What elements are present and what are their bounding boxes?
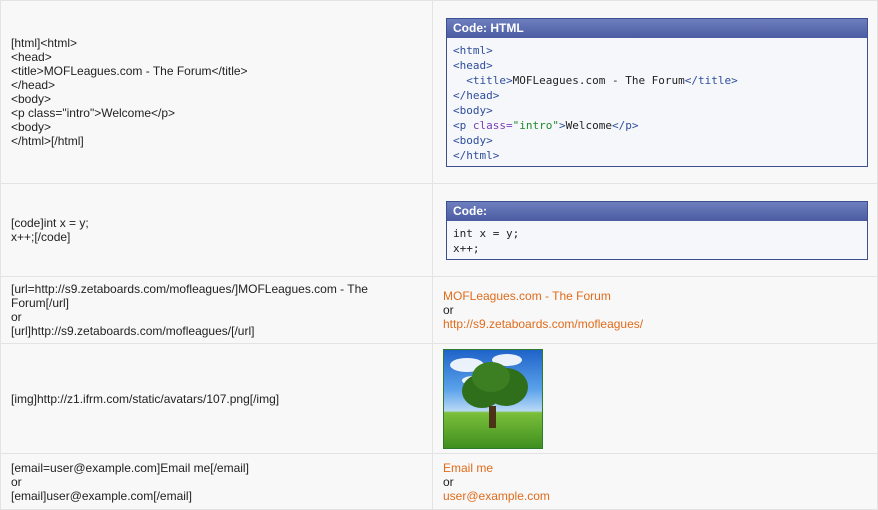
code-line: int x = y; — [453, 226, 520, 240]
code-box-title: Code: — [447, 201, 867, 221]
source-line: <title>MOFLeagues.com - The Forum</title… — [11, 64, 248, 78]
or-text: or — [443, 474, 454, 489]
rendered-cell: MOFLeagues.com - The Forum or http://s9.… — [432, 276, 878, 344]
html-code-content[interactable]: <html> <head> <title>MOFLeagues.com - Th… — [447, 38, 867, 166]
table-row: [url=http://s9.zetaboards.com/mofleagues… — [0, 276, 878, 344]
code-text: MOFLeagues.com - The Forum — [512, 73, 685, 87]
code-tag: <head> — [453, 58, 493, 72]
forum-url-link[interactable]: http://s9.zetaboards.com/mofleagues/ — [443, 317, 867, 331]
rendered-cell: Code: HTML <html> <head> <title>MOFLeagu… — [432, 0, 878, 184]
code-attribute: class= — [466, 118, 513, 132]
source-line: [html]<html> — [11, 36, 78, 50]
source-line: or — [11, 310, 22, 324]
source-line: [email=user@example.com]Email me[/email] — [11, 460, 249, 475]
bbcode-source-cell: [html]<html> <head> <title>MOFLeagues.co… — [0, 0, 433, 184]
code-text: Welcome — [565, 118, 612, 132]
bbcode-reference-table: [html]<html> <head> <title>MOFLeagues.co… — [0, 0, 878, 510]
code-tag: </title> — [684, 73, 738, 87]
source-line: [code]int x = y; — [11, 216, 89, 230]
source-line: or — [11, 474, 22, 489]
code-tag: </p> — [611, 118, 639, 132]
code-tag: <body> — [453, 103, 493, 117]
code-tag: <p — [453, 118, 467, 132]
source-line: <body> — [11, 120, 52, 134]
code-line: x++; — [453, 241, 480, 255]
table-row: [email=user@example.com]Email me[/email]… — [0, 453, 878, 510]
email-link[interactable]: Email me — [443, 461, 867, 475]
bbcode-source-cell: [img]http://z1.ifrm.com/static/avatars/1… — [0, 343, 433, 454]
table-row: [img]http://z1.ifrm.com/static/avatars/1… — [0, 343, 878, 454]
source-line: </html>[/html] — [11, 134, 84, 148]
bbcode-source-cell: [url=http://s9.zetaboards.com/mofleagues… — [0, 276, 433, 344]
email-address-link[interactable]: user@example.com — [443, 489, 867, 503]
code-tag: > — [558, 118, 566, 132]
source-line: </head> — [11, 78, 56, 92]
source-line: <head> — [11, 50, 52, 64]
source-line: [url]http://s9.zetaboards.com/mofleagues… — [11, 324, 255, 338]
table-row: [code]int x = y; x++;[/code] Code: int x… — [0, 183, 878, 277]
rendered-cell: Email me or user@example.com — [432, 453, 878, 510]
source-line: <body> — [11, 92, 52, 106]
code-tag: <body> — [453, 133, 493, 147]
source-line: x++;[/code] — [11, 230, 71, 244]
code-tag: </html> — [453, 148, 500, 162]
code-box-title: Code: HTML — [447, 18, 867, 38]
table-row: [html]<html> <head> <title>MOFLeagues.co… — [0, 0, 878, 184]
forum-link[interactable]: MOFLeagues.com - The Forum — [443, 289, 867, 303]
html-code-box: Code: HTML <html> <head> <title>MOFLeagu… — [446, 17, 868, 167]
source-line: [email]user@example.com[/email] — [11, 488, 192, 503]
code-box: Code: int x = y; x++; — [446, 200, 868, 260]
source-line: [url=http://s9.zetaboards.com/mofleagues… — [11, 282, 368, 296]
rendered-cell — [432, 343, 878, 454]
code-content[interactable]: int x = y; x++; — [447, 221, 867, 259]
code-string: "intro" — [512, 118, 559, 132]
bbcode-source-cell: [email=user@example.com]Email me[/email]… — [0, 453, 433, 510]
or-text: or — [443, 303, 454, 317]
source-line: <p class="intro">Welcome</p> — [11, 106, 176, 120]
code-tag: <title> — [466, 73, 513, 87]
source-line: Forum[/url] — [11, 296, 70, 310]
source-line: [img]http://z1.ifrm.com/static/avatars/1… — [11, 391, 280, 406]
code-tag: <html> — [453, 43, 493, 57]
rendered-cell: Code: int x = y; x++; — [432, 183, 878, 277]
tree-image — [443, 348, 543, 449]
code-tag: </head> — [453, 88, 500, 102]
bbcode-source-cell: [code]int x = y; x++;[/code] — [0, 183, 433, 277]
